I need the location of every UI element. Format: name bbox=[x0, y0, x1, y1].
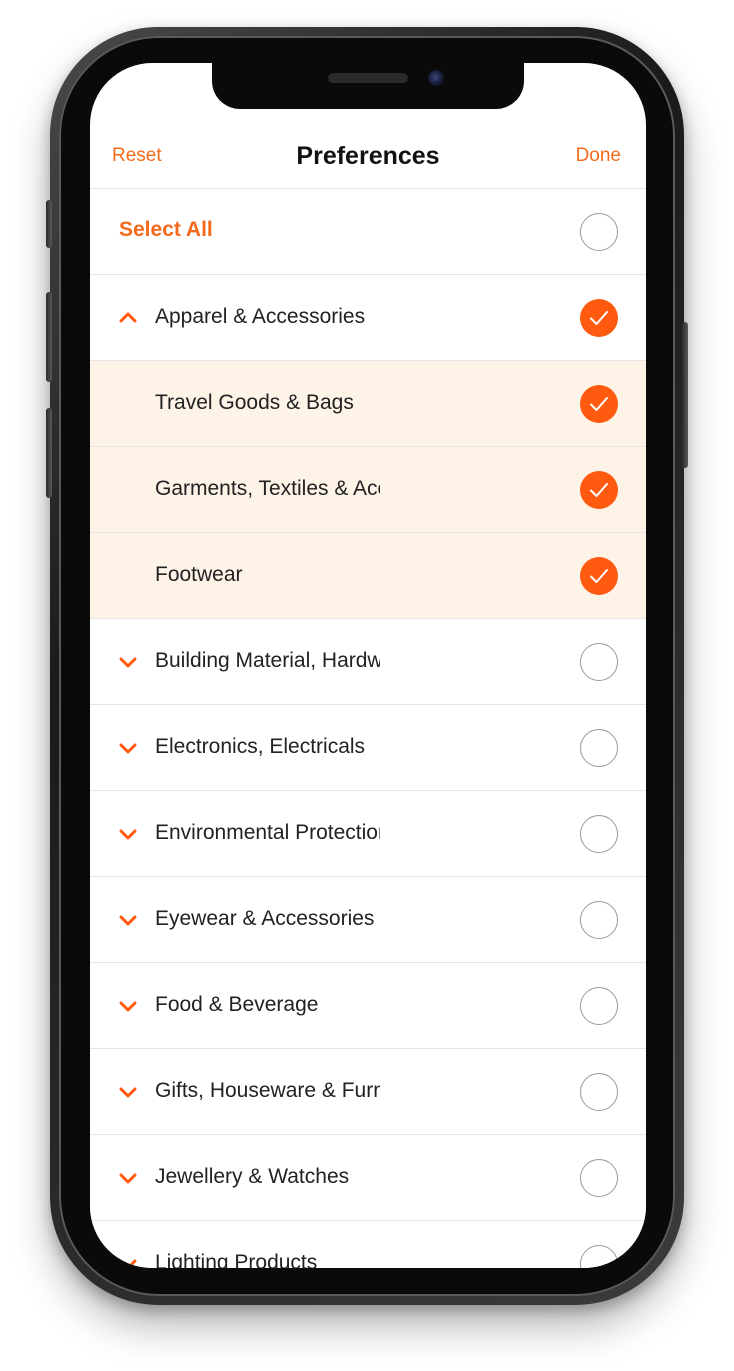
navigation-bar: Reset Preferences Done bbox=[90, 123, 646, 189]
category-label: Jewellery & Watches bbox=[155, 1165, 350, 1188]
front-camera bbox=[428, 70, 444, 86]
chevron-up-icon[interactable] bbox=[117, 309, 139, 327]
category-row-food-beverage[interactable]: Food & Beverage bbox=[90, 963, 646, 1049]
checkbox-unchecked[interactable] bbox=[580, 643, 618, 681]
notch bbox=[212, 63, 524, 109]
checkmark-icon bbox=[590, 311, 608, 325]
page-title: Preferences bbox=[296, 142, 440, 170]
category-row-eyewear-accessories[interactable]: Eyewear & Accessories bbox=[90, 877, 646, 963]
category-label: Environmental Protection bbox=[155, 821, 380, 844]
checkmark-icon bbox=[590, 397, 608, 411]
chevron-down-icon[interactable] bbox=[117, 997, 139, 1015]
checkbox-unchecked[interactable] bbox=[580, 1073, 618, 1111]
category-label: Building Material, Hardware bbox=[155, 649, 380, 672]
category-row-environmental-protection[interactable]: Environmental Protection bbox=[90, 791, 646, 877]
preferences-list: Select All Apparel & Accessories Travel G… bbox=[90, 189, 646, 1268]
checkbox-checked[interactable] bbox=[580, 557, 618, 595]
chevron-down-icon[interactable] bbox=[117, 1169, 139, 1187]
speaker-grille bbox=[328, 73, 408, 83]
mute-switch bbox=[46, 200, 52, 248]
checkbox-checked[interactable] bbox=[580, 385, 618, 423]
checkbox-unchecked[interactable] bbox=[580, 1245, 618, 1268]
chevron-down-icon[interactable] bbox=[117, 825, 139, 843]
subcategory-row-garments-textiles-accessories[interactable]: Garments, Textiles & Accessories bbox=[90, 447, 646, 533]
screen: Reset Preferences Done Select All Appare… bbox=[90, 63, 646, 1268]
subcategory-row-footwear[interactable]: Footwear bbox=[90, 533, 646, 619]
category-row-building-material-hardware[interactable]: Building Material, Hardware bbox=[90, 619, 646, 705]
checkbox-checked[interactable] bbox=[580, 299, 618, 337]
category-label: Electronics, Electricals bbox=[155, 735, 366, 758]
select-all-checkbox[interactable] bbox=[580, 213, 618, 251]
checkbox-unchecked[interactable] bbox=[580, 729, 618, 767]
category-label: Apparel & Accessories bbox=[155, 305, 366, 328]
select-all-row[interactable]: Select All bbox=[90, 189, 646, 275]
chevron-down-icon[interactable] bbox=[117, 911, 139, 929]
category-label: Lighting Products bbox=[155, 1251, 318, 1268]
subcategory-row-travel-goods-bags[interactable]: Travel Goods & Bags bbox=[90, 361, 646, 447]
volume-up-button bbox=[46, 292, 52, 382]
category-label: Travel Goods & Bags bbox=[155, 391, 354, 414]
chevron-down-icon[interactable] bbox=[117, 739, 139, 757]
checkmark-icon bbox=[590, 483, 608, 497]
done-button[interactable]: Done bbox=[576, 145, 621, 167]
category-label: Footwear bbox=[155, 563, 243, 586]
category-row-apparel-accessories[interactable]: Apparel & Accessories bbox=[90, 275, 646, 361]
category-row-jewellery-watches[interactable]: Jewellery & Watches bbox=[90, 1135, 646, 1221]
volume-down-button bbox=[46, 408, 52, 498]
category-label: Eyewear & Accessories bbox=[155, 907, 375, 930]
category-row-lighting-products[interactable]: Lighting Products bbox=[90, 1221, 646, 1268]
checkbox-unchecked[interactable] bbox=[580, 1159, 618, 1197]
checkbox-unchecked[interactable] bbox=[580, 987, 618, 1025]
category-label: Gifts, Houseware & Furniture bbox=[155, 1079, 380, 1102]
chevron-down-icon[interactable] bbox=[117, 653, 139, 671]
category-row-electronics-electricals[interactable]: Electronics, Electricals bbox=[90, 705, 646, 791]
chevron-down-icon[interactable] bbox=[117, 1255, 139, 1268]
select-all-label: Select All bbox=[119, 218, 213, 241]
category-label: Garments, Textiles & Accessories bbox=[155, 477, 380, 500]
power-button bbox=[682, 322, 688, 468]
category-row-gifts-houseware-furniture[interactable]: Gifts, Houseware & Furniture bbox=[90, 1049, 646, 1135]
checkbox-checked[interactable] bbox=[580, 471, 618, 509]
checkbox-unchecked[interactable] bbox=[580, 815, 618, 853]
checkbox-unchecked[interactable] bbox=[580, 901, 618, 939]
category-label: Food & Beverage bbox=[155, 993, 319, 1016]
checkmark-icon bbox=[590, 569, 608, 583]
chevron-down-icon[interactable] bbox=[117, 1083, 139, 1101]
